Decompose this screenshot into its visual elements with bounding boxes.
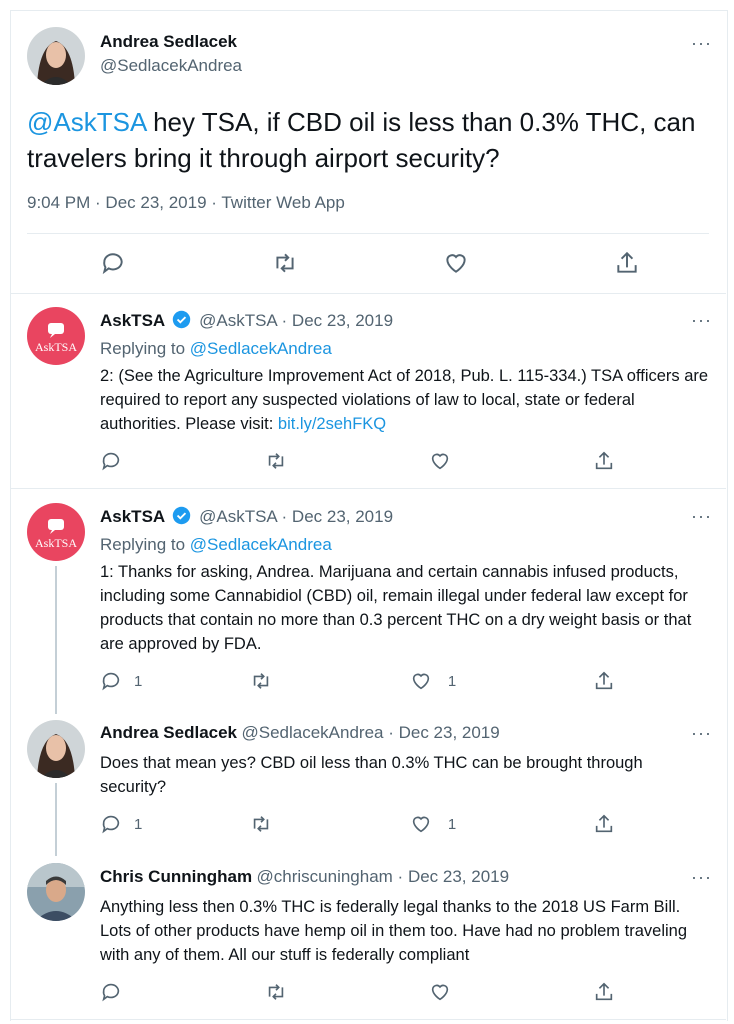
external-link[interactable]: bit.ly/2sehFKQ — [278, 415, 386, 433]
more-options-icon[interactable]: ··· — [691, 868, 712, 886]
reply-text: Anything less then 0.3% THC is federally… — [100, 898, 688, 964]
tweet-text: @AskTSA hey TSA, if CBD oil is less than… — [27, 107, 696, 173]
like-icon — [410, 813, 432, 835]
reply-button[interactable]: 1 — [100, 670, 142, 692]
reply-button[interactable]: 1 — [100, 813, 142, 835]
avatar-asktsa[interactable]: AskTSA — [27, 307, 85, 365]
avatar-andrea[interactable] — [27, 27, 85, 85]
reply-actions: 1 1 — [100, 670, 615, 692]
like-icon[interactable] — [429, 981, 451, 1003]
reply-author-name[interactable]: AskTSA — [100, 311, 165, 330]
avatar-chris[interactable] — [27, 863, 85, 921]
reply-author-name[interactable]: Chris Cunningham — [100, 867, 252, 886]
like-icon[interactable] — [443, 250, 469, 276]
share-icon[interactable] — [593, 981, 615, 1003]
reply-actions: 1 1 — [100, 813, 615, 835]
reply-handle-date[interactable]: @AskTSA · Dec 23, 2019 — [199, 507, 393, 526]
reply-icon — [100, 670, 122, 692]
share-icon[interactable] — [593, 813, 615, 835]
reply-text: Does that mean yes? CBD oil less than 0.… — [100, 754, 643, 796]
reply-header: AskTSA @AskTSA · Dec 23, 2019 — [100, 310, 393, 334]
separator — [10, 488, 726, 489]
reply-header: AskTSA @AskTSA · Dec 23, 2019 — [100, 506, 393, 530]
like-icon[interactable] — [429, 450, 451, 472]
reply-actions — [100, 450, 615, 472]
retweet-icon[interactable] — [249, 813, 273, 835]
retweet-icon[interactable] — [271, 250, 299, 276]
replying-to: Replying to @SedlacekAndrea — [100, 339, 332, 358]
thread-line — [55, 783, 57, 856]
reply-handle-date[interactable]: @SedlacekAndrea · Dec 23, 2019 — [241, 723, 499, 742]
mention-link[interactable]: @AskTSA — [27, 107, 146, 137]
more-options-icon[interactable]: ··· — [691, 507, 712, 525]
reply-header: Chris Cunningham @chriscuningham · Dec 2… — [100, 867, 509, 887]
retweet-icon[interactable] — [264, 450, 288, 472]
thread-line — [55, 566, 57, 714]
share-icon[interactable] — [593, 450, 615, 472]
reply-handle-date[interactable]: @AskTSA · Dec 23, 2019 — [199, 311, 393, 330]
more-options-icon[interactable]: ··· — [691, 311, 712, 329]
reply-handle-date[interactable]: @chriscuningham · Dec 23, 2019 — [257, 867, 510, 886]
separator — [10, 1019, 726, 1020]
like-count: 1 — [447, 815, 457, 833]
like-icon — [410, 670, 432, 692]
separator — [10, 293, 726, 294]
reply-author-name[interactable]: Andrea Sedlacek — [100, 723, 237, 742]
verified-badge-icon — [172, 506, 191, 530]
reply-header: Andrea Sedlacek @SedlacekAndrea · Dec 23… — [100, 723, 500, 743]
replying-to: Replying to @SedlacekAndrea — [100, 535, 332, 554]
asktsa-logo-text: AskTSA — [34, 340, 77, 354]
main-actions — [100, 250, 640, 276]
like-button[interactable]: 1 — [410, 813, 456, 835]
reply-count: 1 — [134, 815, 143, 833]
replying-to-link[interactable]: @SedlacekAndrea — [190, 535, 332, 554]
reply-icon[interactable] — [100, 450, 122, 472]
verified-badge-icon — [172, 310, 191, 334]
like-button[interactable]: 1 — [410, 670, 456, 692]
retweet-icon[interactable] — [264, 981, 288, 1003]
reply-icon[interactable] — [100, 250, 126, 276]
asktsa-logo-text: AskTSA — [34, 536, 77, 550]
author-name[interactable]: Andrea Sedlacek — [100, 32, 237, 52]
reply-author-name[interactable]: AskTSA — [100, 507, 165, 526]
retweet-icon[interactable] — [249, 670, 273, 692]
divider — [27, 233, 709, 234]
reply-text: 1: Thanks for asking, Andrea. Marijuana … — [100, 563, 692, 653]
like-count: 1 — [447, 672, 457, 690]
reply-count: 1 — [134, 672, 143, 690]
avatar-asktsa[interactable]: AskTSA — [27, 503, 85, 561]
share-icon[interactable] — [614, 250, 640, 276]
reply-text: 2: (See the Agriculture Improvement Act … — [100, 367, 709, 433]
tweet-meta: 9:04 PM · Dec 23, 2019 · Twitter Web App — [27, 193, 345, 212]
share-icon[interactable] — [593, 670, 615, 692]
replying-to-link[interactable]: @SedlacekAndrea — [190, 339, 332, 358]
more-options-icon[interactable]: ··· — [691, 34, 712, 52]
reply-icon — [100, 813, 122, 835]
avatar-andrea[interactable] — [27, 720, 85, 778]
reply-icon[interactable] — [100, 981, 122, 1003]
more-options-icon[interactable]: ··· — [691, 724, 712, 742]
reply-actions — [100, 981, 615, 1003]
author-handle[interactable]: @SedlacekAndrea — [100, 56, 242, 76]
